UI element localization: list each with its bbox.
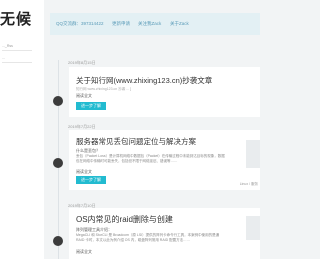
timeline-dot <box>53 236 63 246</box>
left-sidebar: 无候 ..._Rss ... <box>0 0 44 259</box>
post-thumbnail[interactable] <box>246 216 260 240</box>
timeline-dot <box>53 96 63 106</box>
divider <box>2 50 32 51</box>
read-more-label: 阅读全文 <box>76 93 92 98</box>
post-excerpt: MegaCLI 和 StorCLI 是 Broadcom（原 LSI）提供的阵列… <box>76 233 220 242</box>
nav-follow[interactable]: 关注我Zack <box>138 21 161 27</box>
post-date: 2019年8月15日 <box>68 60 96 65</box>
post-thumbnail[interactable] <box>246 140 260 168</box>
timeline-dot <box>53 158 63 168</box>
post-title[interactable]: 服务器常见丢包问题定位与解决方案 <box>76 136 196 147</box>
divider <box>2 62 32 63</box>
sidebar-subtitle-2: ... <box>2 56 5 60</box>
post-meta: 知行网 www.zhixing123.cn 抄袭 ... ] <box>76 87 132 91</box>
post-title[interactable]: OS内常见的raid删除与创建 <box>76 214 173 225</box>
read-more-label: 阅读全文 <box>76 249 92 254</box>
post-title[interactable]: 关于知行网(www.zhixing123.cn)抄袭文章 <box>76 75 212 86</box>
read-more-button[interactable]: 进一步了解 <box>76 102 106 110</box>
nav-about[interactable]: 关于Zack <box>170 21 189 27</box>
sidebar-subtitle: ..._Rss <box>2 44 13 48</box>
site-logo[interactable]: 无候 <box>0 8 32 29</box>
read-more-button[interactable]: 进一步了解 <box>76 176 106 184</box>
nav-update-request[interactable]: 更新申请 <box>112 21 130 27</box>
top-navigation: QQ交流群：397314422 更新申请 关注我Zack 关于Zack <box>50 13 260 35</box>
post-category[interactable]: Linux / 服务 <box>240 182 258 187</box>
nav-qq-group[interactable]: QQ交流群：397314422 <box>56 21 104 27</box>
read-more-label: 阅读全文 <box>76 169 92 174</box>
post-card: 服务器常见丢包问题定位与解决方案 什么是丢包？ 丢包（Packet Loss）是… <box>69 130 260 190</box>
post-card: 关于知行网(www.zhixing123.cn)抄袭文章 知行网 www.zhi… <box>69 67 260 117</box>
post-card: OS内常见的raid删除与创建 阵列管理工具介绍： MegaCLI 和 Stor… <box>69 208 260 259</box>
post-excerpt: 丢包（Packet Loss）是计算机网络中数据包（Packet）在传输过程中未… <box>76 154 225 163</box>
